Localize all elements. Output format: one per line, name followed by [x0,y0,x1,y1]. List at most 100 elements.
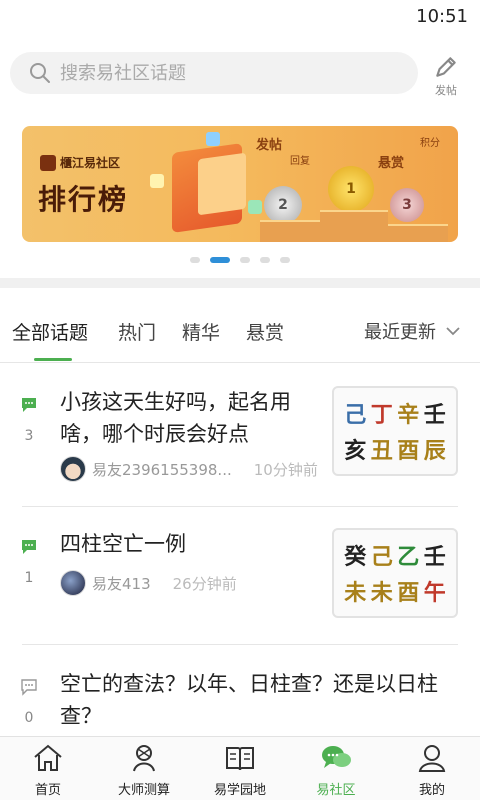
banner-label-post: 发帖 [256,138,283,153]
avatar[interactable] [60,456,86,482]
bazi-thumbnail[interactable]: 癸己乙壬未未酉午 [332,528,458,618]
tabs-bottom-border [0,362,480,363]
banner-title: 排行榜 [38,183,129,216]
bazi-character: 癸 [344,544,367,570]
comment-count-value: 1 [24,570,34,586]
podium [260,210,450,242]
bazi-character: 辰 [423,438,446,464]
bazi-thumbnail[interactable]: 己丁辛壬亥丑酉辰 [332,386,458,476]
post-time: 10分钟前 [253,460,318,479]
post-author[interactable]: 易友413 [92,573,151,594]
list-item[interactable]: 1 四柱空亡一例 易友413 26分钟前 癸己乙壬未未酉午 [0,520,480,642]
nav-profile[interactable]: 我的 [384,737,480,800]
tab-all-topics[interactable]: 全部话题 [12,318,88,345]
master-icon [133,745,155,772]
nav-master-reading-label: 大师测算 [117,783,170,798]
post-author[interactable]: 易友2396155398... [92,459,232,480]
post-title[interactable]: 空亡的查法？以年、日柱查？还是以日柱查？ [60,668,460,732]
banner-brand-text: 櫃江易社区 [60,156,121,170]
bazi-character: 亥 [344,438,367,464]
bazi-character: 壬 [423,544,446,570]
post-title[interactable]: 小孩这天生好吗，起名用啥，哪个时辰会好点 [60,386,328,450]
comment-icon [22,540,36,554]
search-row: 发帖 [0,50,480,98]
podium-step-1 [320,210,388,242]
tablet-screen-illustration [198,152,246,216]
bazi-character: 丑 [370,438,393,464]
active-tab-indicator [34,358,72,361]
bazi-character: 己 [370,544,393,570]
carousel-dot[interactable] [280,257,290,263]
post-time: 26分钟前 [172,574,237,593]
book-icon [226,747,254,771]
brand-logo-icon [40,154,56,171]
nav-study-garden-label: 易学园地 [213,783,266,798]
nav-profile-label: 我的 [418,783,445,798]
decor-chip [150,174,164,188]
comment-count: 0 [18,678,40,726]
leaderboard-banner[interactable]: 櫃江易社区 排行榜 发帖 回复 悬赏 积分 1 2 3 [22,126,458,242]
bazi-character: 辛 [397,402,420,428]
sort-dropdown[interactable]: 最近更新 [364,318,462,344]
rank-1: 1 [346,181,356,197]
bazi-character: 酉 [397,438,420,464]
post-title[interactable]: 四柱空亡一例 [60,528,328,560]
search-input[interactable] [60,62,380,84]
banner-brand: 櫃江易社区 [40,154,120,171]
comment-outline-icon [21,679,37,696]
carousel-dot-active[interactable] [210,257,230,263]
carousel-dot[interactable] [190,257,200,263]
list-item[interactable]: 3 小孩这天生好吗，起名用啥，哪个时辰会好点 易友2396155398... 1… [0,378,480,504]
pencil-icon [436,57,456,77]
post-meta: 易友2396155398... 10分钟前 [60,456,318,482]
bottom-navigation: 首页 大师测算 易学园地 易社区 我的 [0,736,480,800]
chevron-down-icon [446,327,460,336]
section-divider [0,278,480,288]
carousel-dot[interactable] [240,257,250,263]
bazi-character: 己 [344,402,367,428]
carousel-dot[interactable] [260,257,270,263]
comment-count: 1 [18,538,40,586]
search-box[interactable] [10,52,418,94]
search-icon [30,63,50,83]
comment-icon [22,398,36,412]
sort-label: 最近更新 [364,322,436,343]
avatar[interactable] [60,570,86,596]
tab-featured[interactable]: 精华 [182,318,220,345]
topic-tabs: 全部话题 热门 精华 悬赏 最近更新 [0,306,480,362]
status-time: 10:51 [416,6,468,27]
chat-bubbles-icon [322,746,351,768]
user-icon [418,745,446,772]
gold-medal-icon: 1 [328,166,374,212]
banner-label-reply: 回复 [290,156,310,167]
tab-hot[interactable]: 热门 [118,318,156,345]
bazi-character: 酉 [397,580,420,606]
nav-master-reading[interactable]: 大师测算 [96,737,192,800]
nav-home-label: 首页 [34,783,61,798]
row-divider [22,506,458,507]
bazi-character: 丁 [370,402,393,428]
bazi-character: 壬 [423,402,446,428]
new-post-label: 发帖 [435,84,457,97]
podium-step-3 [388,224,448,242]
bazi-character: 未 [370,580,393,606]
bazi-character: 午 [423,580,446,606]
new-post-button[interactable]: 发帖 [428,54,464,98]
home-icon [34,744,62,771]
nav-home[interactable]: 首页 [0,737,96,800]
comment-count-value: 0 [24,710,34,726]
bazi-character: 乙 [397,544,420,570]
banner-label-points: 积分 [420,138,440,149]
list-item[interactable]: 0 空亡的查法？以年、日柱查？还是以日柱查？ [0,660,480,736]
status-bar: 10:51 [0,0,480,34]
carousel-indicator [0,257,480,263]
nav-community[interactable]: 易社区 [288,737,384,800]
bazi-character: 未 [344,580,367,606]
comment-count-value: 3 [24,428,34,444]
post-meta: 易友413 26分钟前 [60,570,237,596]
decor-chip [206,132,220,146]
nav-study-garden[interactable]: 易学园地 [192,737,288,800]
tab-reward[interactable]: 悬赏 [246,318,284,345]
podium-step-2 [260,220,320,242]
row-divider [22,644,458,645]
